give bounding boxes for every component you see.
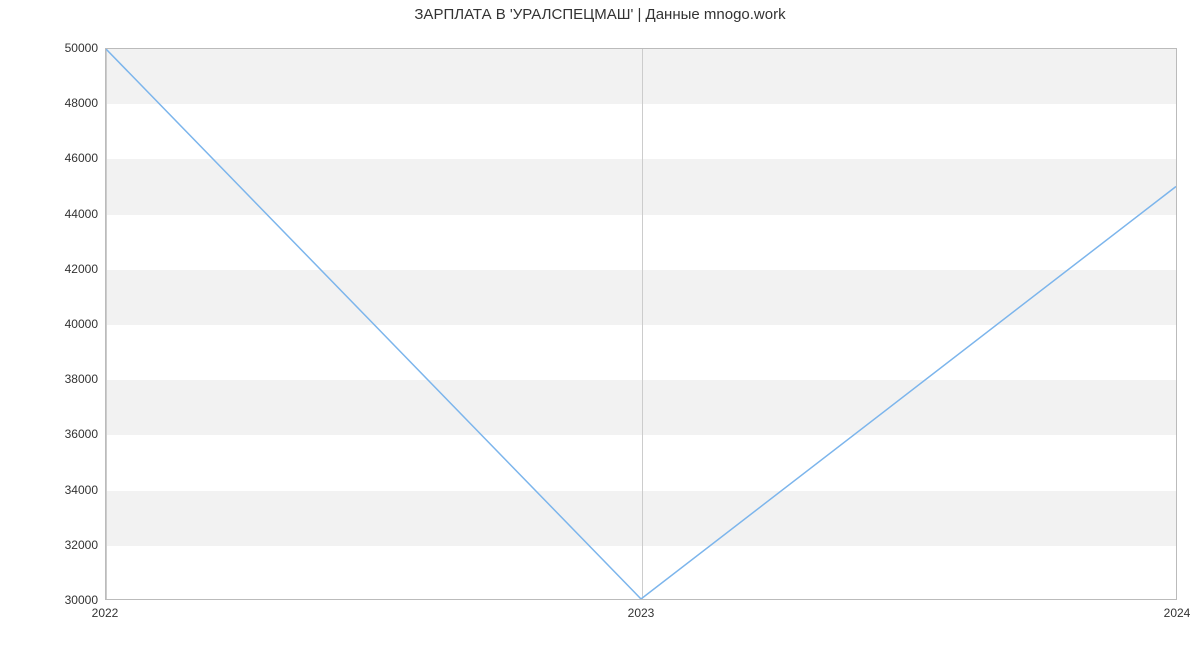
y-tick-label: 36000: [0, 427, 98, 441]
y-tick-label: 34000: [0, 483, 98, 497]
y-tick-label: 32000: [0, 538, 98, 552]
plot-area: [105, 48, 1177, 600]
chart-title: ЗАРПЛАТА В 'УРАЛСПЕЦМАШ' | Данные mnogo.…: [0, 6, 1200, 23]
x-tick-label: 2023: [628, 606, 655, 620]
y-tick-label: 50000: [0, 41, 98, 55]
y-tick-label: 38000: [0, 372, 98, 386]
y-tick-label: 42000: [0, 262, 98, 276]
x-tick-label: 2024: [1164, 606, 1191, 620]
chart-container: ЗАРПЛАТА В 'УРАЛСПЕЦМАШ' | Данные mnogo.…: [0, 0, 1200, 650]
y-tick-label: 46000: [0, 151, 98, 165]
x-tick-label: 2022: [92, 606, 119, 620]
y-tick-label: 40000: [0, 317, 98, 331]
y-tick-label: 30000: [0, 593, 98, 607]
data-line: [106, 49, 1176, 599]
y-tick-label: 48000: [0, 96, 98, 110]
y-tick-label: 44000: [0, 207, 98, 221]
